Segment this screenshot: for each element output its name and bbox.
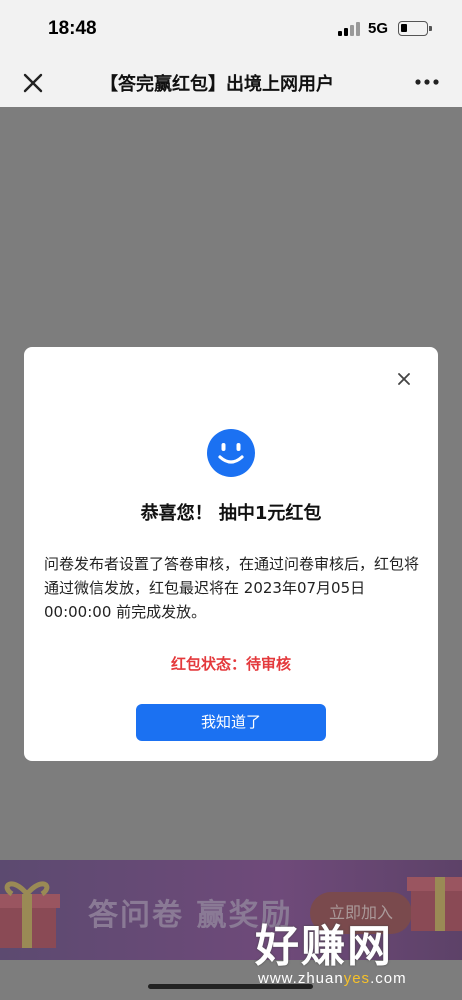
red-packet-dialog: 恭喜您！ 抽中1元红包 问卷发布者设置了答卷审核，在通过问卷审核后，红包将通过微… — [24, 347, 438, 761]
watermark-logo: 好赚网 — [255, 921, 393, 972]
gift-icon — [0, 881, 60, 948]
gift-icon — [407, 877, 462, 931]
smile-icon — [207, 429, 255, 477]
nav-bar: 【答完赢红包】出境上网用户 — [0, 58, 462, 107]
close-icon[interactable] — [18, 68, 48, 98]
close-icon[interactable] — [396, 371, 412, 387]
status-time: 18:48 — [48, 18, 97, 39]
page-title: 【答完赢红包】出境上网用户 — [100, 74, 334, 95]
more-icon[interactable] — [412, 70, 442, 94]
network-type: 5G — [368, 20, 389, 37]
status-text: 红包状态：待审核 — [24, 653, 438, 674]
status-bar: 18:48 5G — [0, 0, 462, 58]
signal-icon — [338, 22, 362, 36]
home-indicator — [148, 984, 313, 989]
status-label: 红包状态： — [170, 655, 246, 673]
dialog-body: 问卷发布者设置了答卷审核，在通过问卷审核后，红包将通过微信发放，红包最迟将在 2… — [44, 555, 420, 621]
battery-icon — [398, 21, 432, 36]
status-value: 待审核 — [246, 655, 292, 673]
dialog-title: 恭喜您！ 抽中1元红包 — [140, 503, 322, 524]
got-it-button[interactable]: 我知道了 — [136, 704, 326, 741]
